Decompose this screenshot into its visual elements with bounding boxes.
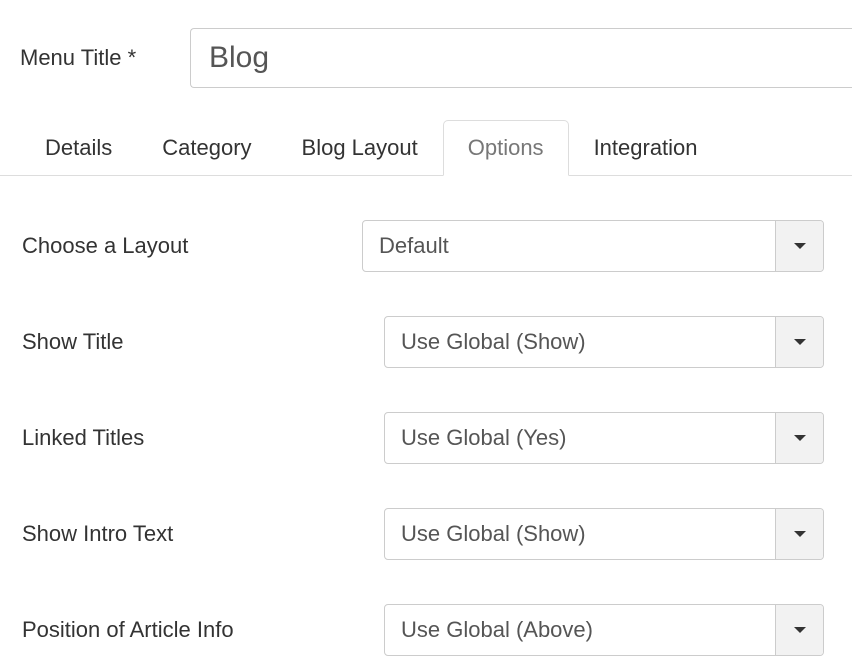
row-position-article-info: Position of Article Info Use Global (Abo…: [22, 604, 826, 656]
tab-integration[interactable]: Integration: [569, 120, 723, 175]
select-position-article-info[interactable]: Use Global (Above): [384, 604, 824, 656]
row-show-title: Show Title Use Global (Show): [22, 316, 826, 368]
select-value-linked-titles[interactable]: Use Global (Yes): [385, 413, 775, 463]
label-position-article-info: Position of Article Info: [22, 617, 362, 643]
tab-options[interactable]: Options: [443, 120, 569, 176]
select-arrow-show-title[interactable]: [775, 317, 823, 367]
menu-title-label: Menu Title *: [20, 45, 190, 71]
form-container: Menu Title * Details Category Blog Layou…: [0, 0, 852, 656]
row-choose-layout: Choose a Layout Default: [22, 220, 826, 272]
caret-down-icon: [794, 339, 806, 345]
caret-down-icon: [794, 243, 806, 249]
select-arrow-show-intro-text[interactable]: [775, 509, 823, 559]
caret-down-icon: [794, 435, 806, 441]
tabs-bar: Details Category Blog Layout Options Int…: [0, 102, 852, 176]
select-arrow-position-article-info[interactable]: [775, 605, 823, 655]
select-arrow-choose-layout[interactable]: [775, 221, 823, 271]
select-value-choose-layout[interactable]: Default: [363, 221, 775, 271]
menu-title-row: Menu Title *: [0, 0, 852, 102]
menu-title-input[interactable]: [190, 28, 852, 88]
tab-category[interactable]: Category: [137, 120, 276, 175]
tab-details[interactable]: Details: [20, 120, 137, 175]
select-value-position-article-info[interactable]: Use Global (Above): [385, 605, 775, 655]
row-show-intro-text: Show Intro Text Use Global (Show): [22, 508, 826, 560]
label-linked-titles: Linked Titles: [22, 425, 362, 451]
label-show-title: Show Title: [22, 329, 362, 355]
label-choose-layout: Choose a Layout: [22, 233, 362, 259]
label-show-intro-text: Show Intro Text: [22, 521, 362, 547]
options-form: Choose a Layout Default Show Title Use G…: [0, 176, 852, 656]
select-arrow-linked-titles[interactable]: [775, 413, 823, 463]
select-value-show-title[interactable]: Use Global (Show): [385, 317, 775, 367]
select-linked-titles[interactable]: Use Global (Yes): [384, 412, 824, 464]
caret-down-icon: [794, 531, 806, 537]
select-value-show-intro-text[interactable]: Use Global (Show): [385, 509, 775, 559]
select-show-title[interactable]: Use Global (Show): [384, 316, 824, 368]
select-choose-layout[interactable]: Default: [362, 220, 824, 272]
select-show-intro-text[interactable]: Use Global (Show): [384, 508, 824, 560]
caret-down-icon: [794, 627, 806, 633]
tab-blog-layout[interactable]: Blog Layout: [277, 120, 443, 175]
row-linked-titles: Linked Titles Use Global (Yes): [22, 412, 826, 464]
